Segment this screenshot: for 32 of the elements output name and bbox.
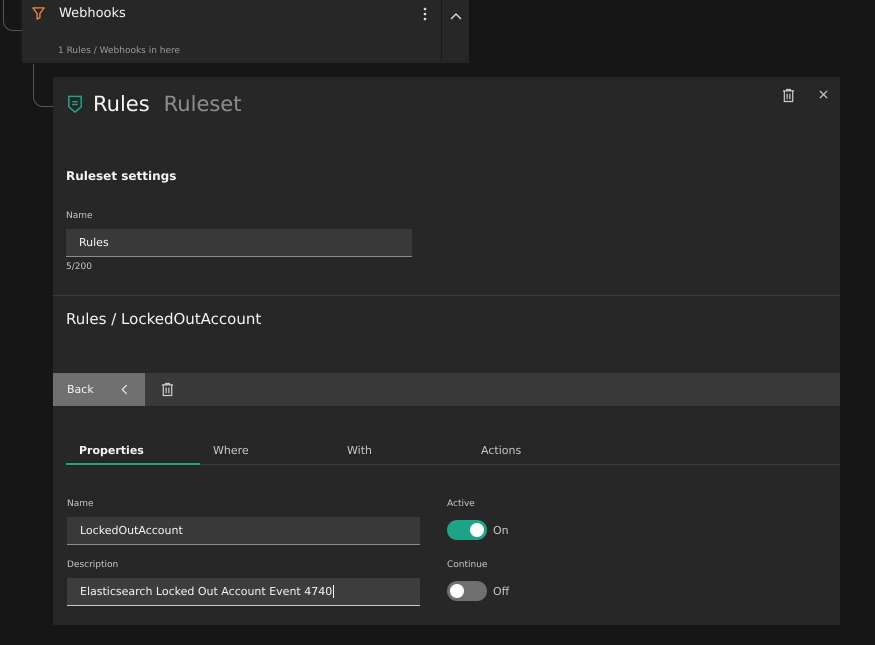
breadcrumb: Rules / LockedOutAccount	[66, 310, 262, 328]
toggle-label: Active	[447, 499, 476, 509]
chevron-left-icon	[121, 384, 128, 395]
close-icon[interactable]	[819, 90, 828, 99]
card-subtitle: 1 Rules / Webhooks in here	[57, 46, 182, 56]
tab[interactable]: With	[334, 444, 468, 465]
input-field[interactable]: LockedOutAccount	[67, 517, 420, 545]
trash-icon[interactable]	[782, 88, 795, 103]
chevron-up-icon[interactable]	[450, 12, 462, 20]
toggle-switch[interactable]	[447, 581, 487, 601]
toggle-state: Off	[493, 584, 510, 598]
funnel-icon	[31, 6, 46, 21]
tab[interactable]: Actions	[468, 444, 602, 465]
trash-icon[interactable]	[161, 382, 174, 397]
toggle-label: Continue	[447, 560, 488, 570]
character-counter: 5/200	[66, 262, 93, 272]
toggle-switch[interactable]	[447, 520, 487, 540]
overflow-menu-icon[interactable]	[423, 6, 427, 20]
panel-subtitle: Ruleset	[164, 92, 242, 116]
shield-icon	[67, 94, 83, 114]
toggle-state: On	[493, 524, 509, 536]
section-heading: Ruleset settings	[66, 169, 178, 183]
tab[interactable]: Properties	[66, 444, 200, 465]
input-field[interactable]: Elasticsearch Locked Out Account Event 4740	[67, 578, 420, 606]
tab[interactable]: Where	[200, 444, 334, 465]
input-field[interactable]: Rules	[66, 229, 412, 257]
field-label: Name	[67, 499, 95, 509]
panel-title: Rules	[93, 92, 150, 116]
field-label: Description	[67, 560, 120, 570]
card-title: Webhooks	[59, 6, 127, 21]
field-label: Name	[66, 211, 94, 221]
back-button[interactable]: Back	[53, 373, 145, 406]
